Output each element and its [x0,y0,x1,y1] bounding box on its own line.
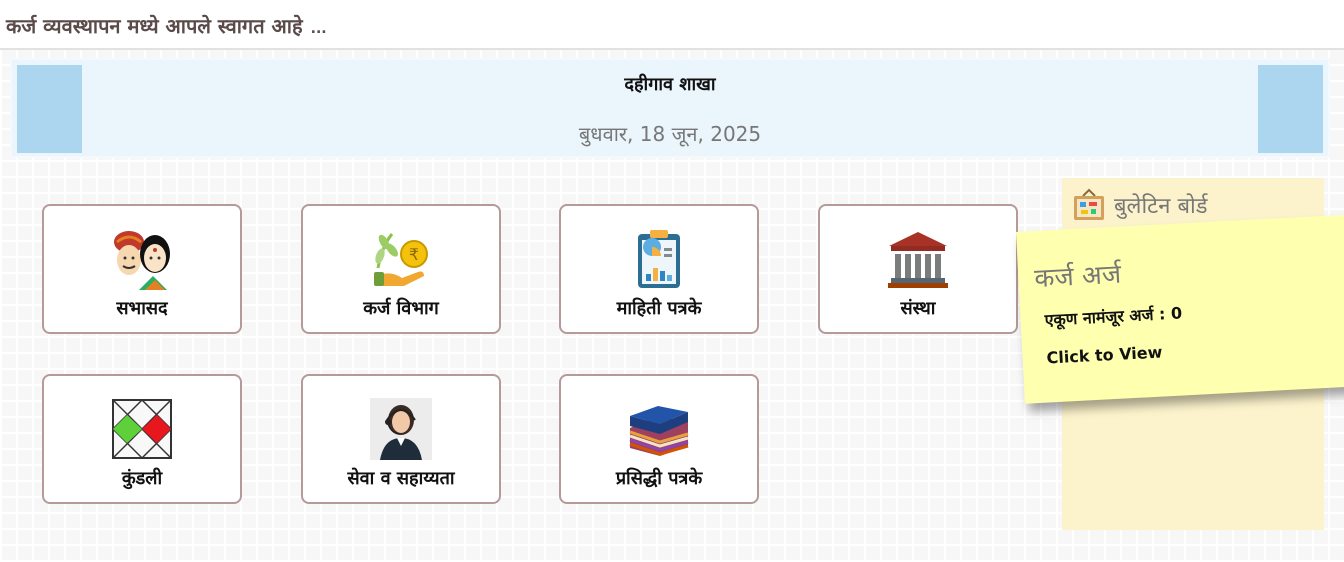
title-ellipsis: ... [310,21,327,37]
branch-name: दहीगाव शाखा [624,74,716,95]
tile-service-support-label: सेवा व सहाय्यता [347,468,455,489]
note-title: कर्ज अर्ज [1033,259,1122,295]
tile-members[interactable]: सभासद [42,204,242,334]
tile-kundali-label: कुंडली [121,468,163,489]
bulletin-board-icon [1074,188,1104,220]
bulletin-header: बुलेटिन बोर्ड [1072,188,1208,222]
members-icon [114,231,170,290]
loan-department-icon: ₹ [374,233,428,286]
loan-application-note[interactable]: कर्ज अर्ज एकूण नामंजूर अर्ज : 0 Click to… [1016,214,1344,404]
support-agent-icon [370,398,432,460]
rejected-applications-count: एकूण नामंजूर अर्ज : 0 [1044,303,1183,330]
tile-service-support[interactable]: सेवा व सहाय्यता [301,374,501,504]
welcome-title: कर्ज व्यवस्थापन मध्ये आपले स्वागत आहे [6,14,303,38]
publication-stack-icon [629,406,689,456]
svg-text:₹: ₹ [409,245,419,264]
page-title: कर्ज व्यवस्थापन मध्ये आपले स्वागत आहे... [6,12,327,39]
tile-institution[interactable]: संस्था [818,204,1018,334]
kundali-chart-icon [111,398,173,460]
current-date: बुधवार, 18 जून, 2025 [578,122,762,146]
top-header: कर्ज व्यवस्थापन मध्ये आपले स्वागत आहे... [0,0,1344,50]
tile-information-reports[interactable]: माहिती पत्रके [559,204,759,334]
tile-information-reports-label: माहिती पत्रके [616,298,702,319]
tile-institution-label: संस्था [900,298,936,319]
tile-publications[interactable]: प्रसिद्धी पत्रके [559,374,759,504]
institution-building-icon [888,232,948,288]
tile-kundali[interactable]: कुंडली [42,374,242,504]
bulletin-title: बुलेटिन बोर्ड [1114,194,1208,219]
click-to-view-link[interactable]: Click to View [1046,343,1163,368]
tile-members-label: सभासद [116,298,168,319]
tile-publications-label: प्रसिद्धी पत्रके [615,468,703,489]
branch-banner: दहीगाव शाखा बुधवार, 18 जून, 2025 [10,58,1330,158]
information-report-icon [638,230,680,288]
tile-loan-department[interactable]: ₹ कर्ज विभाग [301,204,501,334]
tile-loan-department-label: कर्ज विभाग [363,298,439,319]
